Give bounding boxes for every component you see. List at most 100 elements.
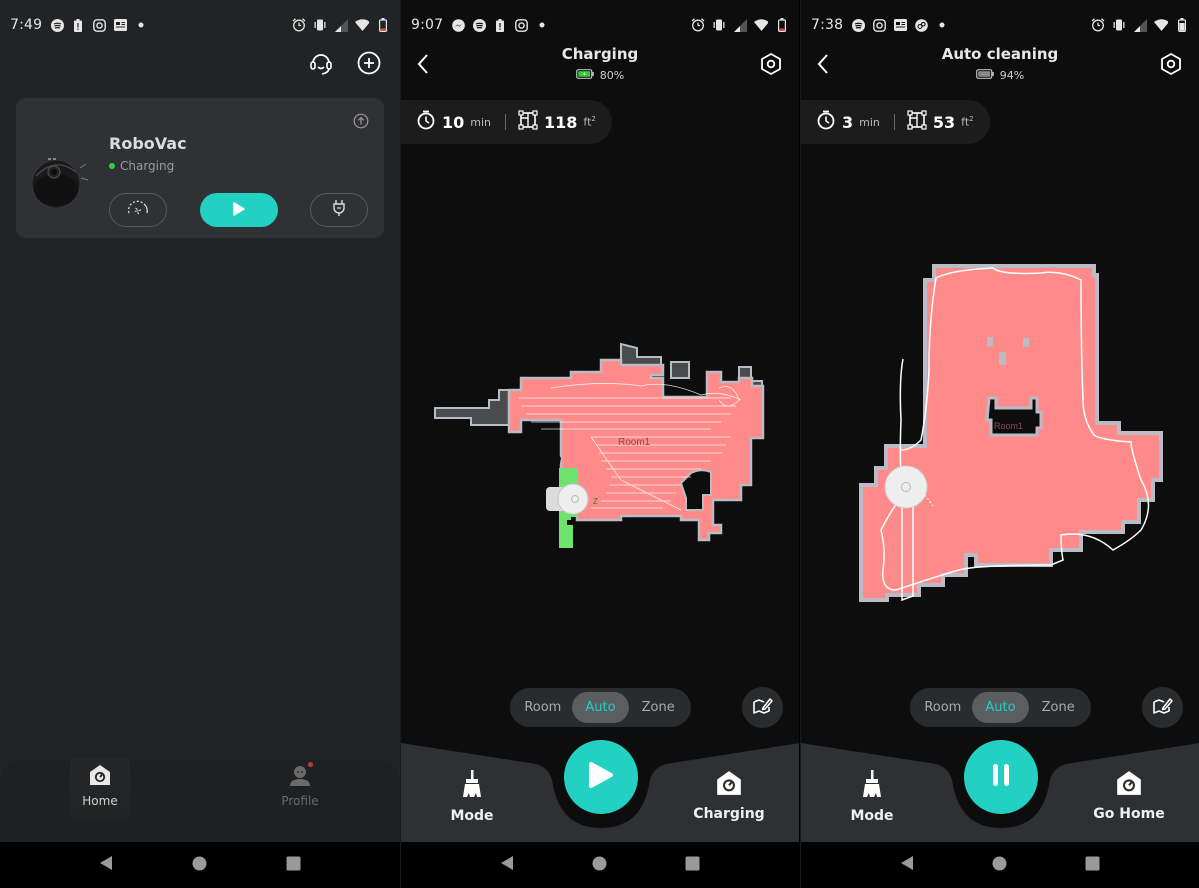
system-recents-icon[interactable] xyxy=(685,856,700,875)
mode-button[interactable]: Mode xyxy=(817,770,927,824)
mode-room[interactable]: Room xyxy=(914,692,972,723)
dock-status-button[interactable]: Charging xyxy=(674,770,784,822)
edit-map-button[interactable] xyxy=(1142,687,1183,728)
battery-percent: 80% xyxy=(599,69,625,82)
action-bar: Mode Go Home xyxy=(801,740,1199,842)
battery-icon xyxy=(975,69,994,82)
obstacle xyxy=(536,447,561,472)
profile-icon xyxy=(289,764,311,790)
app-icon xyxy=(914,18,928,32)
system-recents-icon[interactable] xyxy=(1085,856,1100,875)
area-value: 53 xyxy=(932,112,956,132)
mode-zone[interactable]: Zone xyxy=(1029,692,1087,723)
nav-profile[interactable]: Profile xyxy=(270,759,330,819)
map-edit-icon xyxy=(752,697,773,719)
mode-button[interactable]: Mode xyxy=(417,770,527,824)
area-icon xyxy=(518,110,538,134)
mode-room[interactable]: Room xyxy=(514,692,572,723)
status-dot-icon xyxy=(109,163,115,169)
home-dock-icon xyxy=(1116,770,1142,800)
room-label: Room1 xyxy=(994,421,1023,431)
mode-label: Mode xyxy=(850,808,894,824)
system-recents-icon[interactable] xyxy=(286,856,301,875)
support-headset-icon[interactable] xyxy=(308,50,334,76)
dock-charge-button[interactable] xyxy=(310,193,368,227)
signal-icon xyxy=(1133,18,1147,32)
suction-power-button[interactable] xyxy=(109,193,167,227)
device-card[interactable]: RoboVac Charging xyxy=(16,98,384,238)
spotify-icon xyxy=(472,18,486,32)
cleaning-map[interactable]: Room1 xyxy=(801,150,1199,680)
charging-screen: 9:07 Charging 80% 10 min 118 ft2 Room1 Z… xyxy=(400,0,799,888)
go-home-button[interactable]: Go Home xyxy=(1074,770,1184,822)
room-label: Room1 xyxy=(618,437,651,448)
page-title: Charging xyxy=(561,45,639,63)
system-back-icon[interactable] xyxy=(900,855,914,875)
pause-cleaning-button[interactable] xyxy=(964,740,1038,814)
mode-auto[interactable]: Auto xyxy=(571,692,630,723)
area-unit-sup: 2 xyxy=(591,115,596,124)
system-home-icon[interactable] xyxy=(592,856,607,875)
system-back-icon[interactable] xyxy=(500,855,514,875)
system-home-icon[interactable] xyxy=(992,856,1007,875)
cleaning-mode-toggle: Room Auto Zone xyxy=(510,688,691,727)
play-icon xyxy=(233,201,245,220)
mode-auto[interactable]: Auto xyxy=(971,692,1030,723)
battery-charging-icon xyxy=(575,69,594,82)
settings-hexagon-icon[interactable] xyxy=(759,52,783,76)
time-unit: min xyxy=(859,115,880,129)
page-title: Auto cleaning xyxy=(941,45,1059,63)
edit-map-button[interactable] xyxy=(742,687,783,728)
go-home-label: Go Home xyxy=(1093,806,1165,822)
spotify-icon xyxy=(851,18,865,32)
battery-alert-icon xyxy=(71,18,85,32)
area-unit-sup: 2 xyxy=(969,115,974,124)
pause-icon xyxy=(989,762,1013,792)
system-back-icon[interactable] xyxy=(99,855,113,875)
stats-divider xyxy=(893,114,895,130)
arrow-up-circle-icon[interactable] xyxy=(353,113,369,129)
area-unit-text: ft xyxy=(961,115,970,129)
messenger-icon xyxy=(451,18,465,32)
spotify-icon xyxy=(50,18,64,32)
device-status-text: Charging xyxy=(120,159,175,173)
battery-indicator: 94% xyxy=(801,69,1199,82)
device-name[interactable]: RoboVac xyxy=(109,134,187,153)
battery-low-icon xyxy=(376,18,390,32)
dot-icon xyxy=(134,18,148,32)
vibrate-icon xyxy=(1112,18,1126,32)
timer-icon xyxy=(816,110,836,134)
vibrate-icon xyxy=(712,18,726,32)
alarm-icon xyxy=(1091,18,1105,32)
time-value: 10 xyxy=(442,112,465,132)
vibrate-icon xyxy=(313,18,327,32)
auto-cleaning-screen: 7:38 Auto cleaning 94% 3 min 53 ft2 Room… xyxy=(800,0,1199,888)
status-time: 7:49 xyxy=(10,17,43,33)
system-home-icon[interactable] xyxy=(192,856,207,875)
area-value: 118 xyxy=(544,112,578,132)
start-cleaning-button[interactable] xyxy=(564,740,638,814)
nav-profile-label: Profile xyxy=(281,794,319,808)
cleaning-map[interactable]: Room1 Z xyxy=(401,150,799,680)
device-status: Charging xyxy=(109,159,174,173)
battery-percent: 94% xyxy=(999,69,1025,82)
instagram-icon xyxy=(872,18,886,32)
dock-label: Charging xyxy=(693,806,765,822)
nav-home-label: Home xyxy=(82,794,118,808)
cleaning-mode-toggle: Room Auto Zone xyxy=(910,688,1091,727)
start-button[interactable] xyxy=(200,193,278,227)
wifi-icon xyxy=(754,18,768,32)
nav-home[interactable]: Home xyxy=(70,759,130,819)
stats-divider xyxy=(505,114,507,130)
instagram-icon xyxy=(92,18,106,32)
wifi-icon xyxy=(355,18,369,32)
status-bar: 7:49 xyxy=(10,12,390,38)
battery-alert-icon xyxy=(493,18,507,32)
battery-icon xyxy=(1175,18,1189,32)
settings-hexagon-icon[interactable] xyxy=(1159,52,1183,76)
bottom-navigation: Home Profile xyxy=(0,759,400,842)
add-device-icon[interactable] xyxy=(356,50,382,76)
home-screen: 7:49 RoboVac Charging Home Profile xyxy=(0,0,400,888)
plug-icon xyxy=(332,199,346,221)
mode-zone[interactable]: Zone xyxy=(629,692,687,723)
